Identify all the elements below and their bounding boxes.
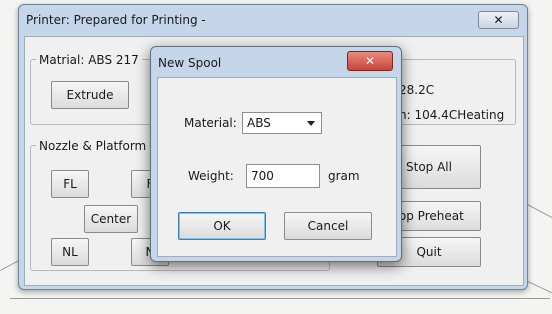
temperature-2: n: 104.4CHeating xyxy=(399,108,505,122)
dialog-title: New Spool xyxy=(158,56,222,70)
nozzle-group-title: Nozzle & Platform xyxy=(36,139,150,153)
fl-button[interactable]: FL xyxy=(51,170,89,198)
center-button[interactable]: Center xyxy=(84,205,138,233)
material-select[interactable]: ABS xyxy=(242,112,322,134)
nl-button[interactable]: NL xyxy=(51,238,89,266)
dialog-client-area: Material: ABS Weight: 700 gram OK Cancel xyxy=(157,77,397,257)
close-icon: ✕ xyxy=(493,13,504,27)
chevron-down-icon xyxy=(307,121,315,126)
close-icon: ✕ xyxy=(364,54,376,68)
material-group-title: Matrial: ABS 217 xyxy=(36,53,142,67)
cancel-button[interactable]: Cancel xyxy=(284,212,372,240)
new-spool-dialog: New Spool ✕ Material: ABS Weight: 700 gr… xyxy=(150,46,402,262)
temperature-1: 28.2C xyxy=(399,83,435,97)
main-window-title: Printer: Prepared for Printing - xyxy=(26,13,206,27)
weight-label: Weight: xyxy=(188,169,234,183)
main-close-button[interactable]: ✕ xyxy=(478,11,519,29)
weight-unit: gram xyxy=(328,169,360,183)
background-line xyxy=(10,298,550,299)
ok-button[interactable]: OK xyxy=(178,212,266,240)
weight-field[interactable]: 700 xyxy=(246,164,320,188)
material-select-value: ABS xyxy=(247,116,271,130)
material-label: Material: xyxy=(184,116,237,130)
dialog-close-button[interactable]: ✕ xyxy=(347,51,393,71)
extrude-button[interactable]: Extrude xyxy=(51,81,129,109)
